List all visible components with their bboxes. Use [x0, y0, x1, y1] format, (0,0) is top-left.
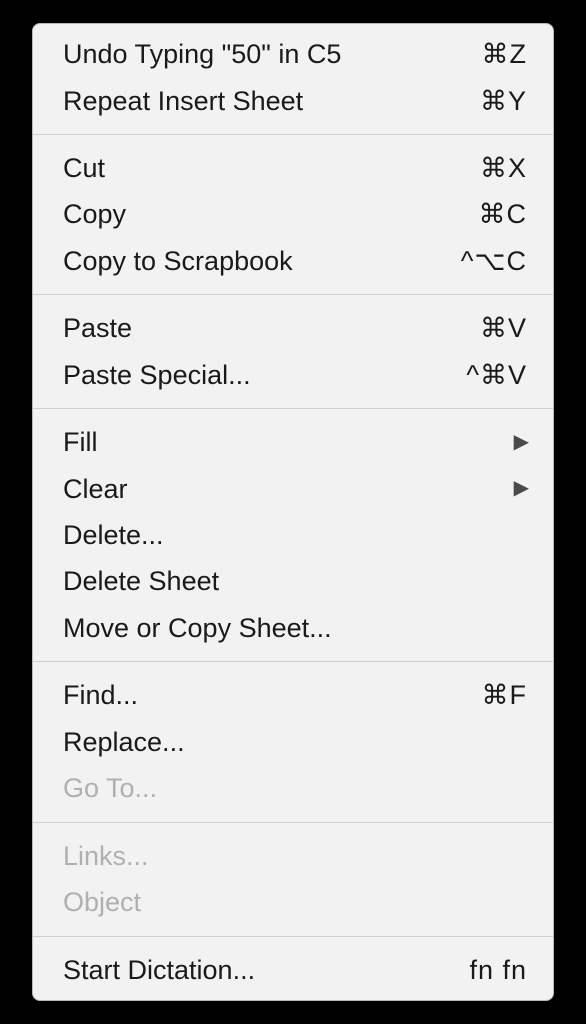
- menu-item-paste[interactable]: Paste ⌘V: [33, 305, 553, 351]
- menu-item-shortcut: ⌘F: [482, 677, 528, 713]
- menu-item-label: Delete...: [63, 517, 527, 553]
- menu-item-copy-scrapbook[interactable]: Copy to Scrapbook ^⌥C: [33, 238, 553, 284]
- menu-item-clear[interactable]: Clear ▶: [33, 466, 553, 512]
- menu-item-shortcut: ^⌥C: [461, 243, 527, 279]
- menu-item-cut[interactable]: Cut ⌘X: [33, 145, 553, 191]
- menu-separator: [33, 661, 553, 662]
- menu-item-label: Find...: [63, 677, 482, 713]
- menu-item-label: Undo Typing "50" in C5: [63, 36, 482, 72]
- menu-item-repeat[interactable]: Repeat Insert Sheet ⌘Y: [33, 78, 553, 124]
- menu-item-shortcut: ⌘V: [480, 310, 527, 346]
- menu-item-label: Delete Sheet: [63, 563, 527, 599]
- menu-item-object: Object: [33, 879, 553, 925]
- menu-item-links: Links...: [33, 833, 553, 879]
- menu-item-label: Replace...: [63, 724, 527, 760]
- submenu-arrow-icon: ▶: [514, 429, 529, 456]
- menu-item-label: Cut: [63, 150, 480, 186]
- menu-item-label: Copy to Scrapbook: [63, 243, 461, 279]
- menu-item-label: Paste Special...: [63, 357, 466, 393]
- menu-separator: [33, 936, 553, 937]
- menu-separator: [33, 408, 553, 409]
- menu-item-label: Clear: [63, 471, 514, 507]
- menu-item-go-to: Go To...: [33, 765, 553, 811]
- menu-item-shortcut: ⌘Y: [480, 83, 527, 119]
- menu-item-label: Repeat Insert Sheet: [63, 83, 480, 119]
- menu-separator: [33, 134, 553, 135]
- menu-item-label: Object: [63, 884, 527, 920]
- menu-item-undo[interactable]: Undo Typing "50" in C5 ⌘Z: [33, 31, 553, 77]
- menu-item-shortcut: ⌘C: [479, 196, 528, 232]
- menu-item-shortcut: ^⌘V: [466, 357, 527, 393]
- menu-item-move-copy-sheet[interactable]: Move or Copy Sheet...: [33, 605, 553, 651]
- menu-separator: [33, 294, 553, 295]
- menu-item-label: Links...: [63, 838, 527, 874]
- menu-item-shortcut: ⌘Z: [482, 36, 528, 72]
- menu-item-paste-special[interactable]: Paste Special... ^⌘V: [33, 352, 553, 398]
- menu-item-delete-sheet[interactable]: Delete Sheet: [33, 558, 553, 604]
- edit-menu: Undo Typing "50" in C5 ⌘Z Repeat Insert …: [32, 23, 554, 1001]
- menu-item-fill[interactable]: Fill ▶: [33, 419, 553, 465]
- menu-item-replace[interactable]: Replace...: [33, 719, 553, 765]
- menu-item-start-dictation[interactable]: Start Dictation... fn fn: [33, 947, 553, 993]
- menu-item-shortcut: fn fn: [469, 952, 527, 988]
- menu-item-label: Move or Copy Sheet...: [63, 610, 527, 646]
- menu-item-label: Fill: [63, 424, 514, 460]
- menu-item-label: Copy: [63, 196, 479, 232]
- menu-item-find[interactable]: Find... ⌘F: [33, 672, 553, 718]
- submenu-arrow-icon: ▶: [514, 475, 529, 502]
- menu-separator: [33, 822, 553, 823]
- menu-item-delete[interactable]: Delete...: [33, 512, 553, 558]
- menu-item-label: Start Dictation...: [63, 952, 469, 988]
- menu-item-label: Paste: [63, 310, 480, 346]
- menu-item-copy[interactable]: Copy ⌘C: [33, 191, 553, 237]
- menu-item-shortcut: ⌘X: [480, 150, 527, 186]
- menu-item-label: Go To...: [63, 770, 527, 806]
